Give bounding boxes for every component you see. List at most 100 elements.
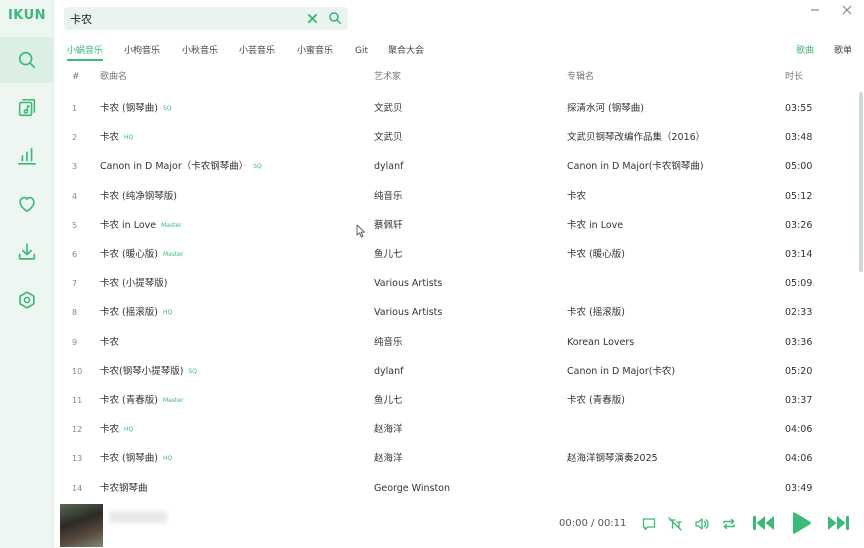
tab-source-5[interactable]: Git	[355, 45, 368, 61]
album-name: 卡农	[567, 190, 587, 202]
row-number: 10	[72, 366, 83, 376]
table-row[interactable]: 1 卡农 (钢琴曲) SQ 文武贝 探清水河 (钢琴曲) 03:55	[54, 94, 854, 123]
sidebar-item-local-music[interactable]	[0, 85, 54, 131]
tab-source-0[interactable]: 小蜗音乐	[67, 45, 104, 61]
quality-badge: SQ	[188, 367, 197, 375]
table-row[interactable]: 8 卡农 (摇滚版) HQ Various Artists 卡农 (摇滚版) 02:33	[54, 298, 854, 327]
duration: 03:14	[785, 249, 813, 260]
comment-button[interactable]	[640, 515, 658, 533]
artist-name: George Winston	[374, 482, 451, 494]
song-name: 卡农 (摇滚版)	[100, 307, 158, 319]
song-name: 卡农	[100, 424, 120, 436]
search-input[interactable]	[64, 8, 294, 29]
search-icon	[329, 12, 342, 25]
song-name-cell: 卡农 (钢琴曲) HQ	[100, 452, 172, 465]
table-row[interactable]: 5 卡农 in Love Master 蔡佩轩 卡农 in Love 03:26	[54, 211, 854, 240]
scrollbar[interactable]	[859, 92, 863, 272]
table-row[interactable]: 2 卡农 HQ 文武贝 文武贝钢琴改编作品集（2016） 03:48	[54, 123, 854, 152]
song-name: 卡农 (小提琴版)	[100, 278, 168, 290]
next-track-button[interactable]	[825, 512, 851, 534]
column-header-artist[interactable]: 艺术家	[374, 69, 401, 85]
close-icon	[842, 5, 852, 15]
sidebar-item-downloads[interactable]	[0, 229, 54, 275]
quality-badge: HQ	[162, 309, 173, 317]
column-header-duration[interactable]: 时长	[785, 69, 803, 85]
comment-icon	[642, 518, 656, 531]
duration: 04:06	[785, 424, 813, 436]
tab-type-playlists[interactable]: 歌单	[834, 45, 852, 57]
song-name: 卡农 in Love	[100, 219, 157, 231]
column-header-name[interactable]: 歌曲名	[100, 69, 127, 85]
close-window-button[interactable]	[838, 3, 856, 17]
close-icon	[307, 13, 317, 23]
tab-source-6[interactable]: 聚合大会	[388, 45, 424, 61]
sidebar-item-charts[interactable]	[0, 133, 54, 179]
chart-bars-icon	[17, 147, 37, 165]
settings-hexagon-icon	[19, 291, 35, 309]
column-header-album[interactable]: 专辑名	[567, 69, 594, 85]
minimize-button[interactable]	[806, 3, 824, 17]
search-clear-button[interactable]	[304, 10, 320, 26]
quality-badge: HQ	[124, 134, 134, 142]
quality-badge: Master	[162, 251, 184, 258]
lyrics-off-icon	[668, 517, 682, 531]
repeat-mode-button[interactable]	[720, 515, 738, 533]
volume-button[interactable]	[693, 515, 711, 533]
player-bar: 00:00 / 00:11	[54, 498, 864, 548]
search-submit-button[interactable]	[326, 9, 344, 27]
column-header-number: #	[72, 72, 80, 82]
play-button[interactable]	[789, 509, 813, 537]
table-row[interactable]: 10 卡农(钢琴小提琴版) SQ dylanf Canon in D Major(卡农)…	[54, 357, 854, 386]
album-name: 卡农 (青春版)	[567, 395, 625, 406]
previous-track-button[interactable]	[751, 512, 777, 534]
duration: 05:00	[785, 161, 813, 173]
row-number: 1	[72, 104, 78, 113]
table-row[interactable]: 4 卡农 (纯净钢琴版) 纯音乐 卡农 05:12	[54, 182, 854, 211]
duration: 05:12	[785, 190, 813, 202]
table-row[interactable]: 11 卡农 (青春版) Master 鱼儿七 卡农 (青春版) 03:37	[54, 386, 854, 415]
music-file-icon	[18, 98, 36, 117]
lyrics-toggle-button[interactable]	[666, 515, 684, 533]
song-name-cell: 卡农 (小提琴版)	[100, 277, 167, 290]
row-number: 9	[72, 337, 78, 347]
sidebar-item-favorites[interactable]	[0, 181, 54, 227]
sidebar-item-settings[interactable]	[0, 277, 54, 323]
song-name-cell: 卡农 (钢琴曲) SQ	[100, 102, 171, 115]
volume-icon	[695, 518, 709, 530]
artist-name: dylanf	[374, 365, 404, 377]
artist-name: 纯音乐	[374, 190, 403, 202]
tab-source-4[interactable]: 小蜜音乐	[297, 45, 333, 61]
duration: 03:48	[785, 132, 813, 144]
sidebar-item-search[interactable]	[0, 37, 54, 83]
row-number: 7	[72, 279, 78, 289]
tab-source-1[interactable]: 小枸音乐	[124, 45, 160, 61]
duration: 03:55	[785, 103, 813, 114]
tab-source-3[interactable]: 小芸音乐	[239, 45, 275, 61]
artist-name: 鱼儿七	[374, 395, 403, 406]
row-number: 6	[72, 250, 78, 259]
album-name: 卡农 (摇滚版)	[567, 307, 625, 319]
song-name: 卡农钢琴曲	[100, 482, 148, 494]
sidebar: IKUN	[0, 0, 54, 548]
tab-type-songs[interactable]: 歌曲	[796, 45, 814, 57]
minimize-icon	[811, 9, 819, 11]
table-row[interactable]: 3 Canon in D Major（卡农钢琴曲） SQ dylanf Canon in…	[54, 152, 854, 181]
table-row[interactable]: 7 卡农 (小提琴版) Various Artists 05:09	[54, 269, 854, 298]
table-row[interactable]: 9 卡农 纯音乐 Korean Lovers 03:36	[54, 328, 854, 357]
album-name: 探清水河 (钢琴曲)	[567, 103, 644, 114]
table-row[interactable]: 13 卡农 (钢琴曲) HQ 赵海洋 赵海洋钢琴演奏2025 04:06	[54, 444, 854, 473]
table-header: # 歌曲名 艺术家 专辑名 时长	[54, 69, 854, 87]
song-name-cell: 卡农 HQ	[100, 131, 133, 144]
time-separator: /	[591, 518, 595, 529]
row-number: 3	[72, 162, 78, 172]
current-time: 00:00	[559, 518, 588, 529]
row-number: 11	[72, 396, 83, 405]
table-row[interactable]: 6 卡农 (暖心版) Master 鱼儿七 卡农 (暖心版) 03:14	[54, 240, 854, 269]
quality-badge: SQ	[253, 163, 262, 171]
table-row[interactable]: 12 卡农 HQ 赵海洋 04:06	[54, 415, 854, 444]
artist-name: 赵海洋	[374, 424, 403, 436]
tab-source-2[interactable]: 小秋音乐	[182, 45, 218, 61]
app-logo: IKUN	[7, 8, 47, 23]
artist-name: 赵海洋	[374, 453, 403, 465]
album-cover[interactable]	[60, 504, 103, 547]
